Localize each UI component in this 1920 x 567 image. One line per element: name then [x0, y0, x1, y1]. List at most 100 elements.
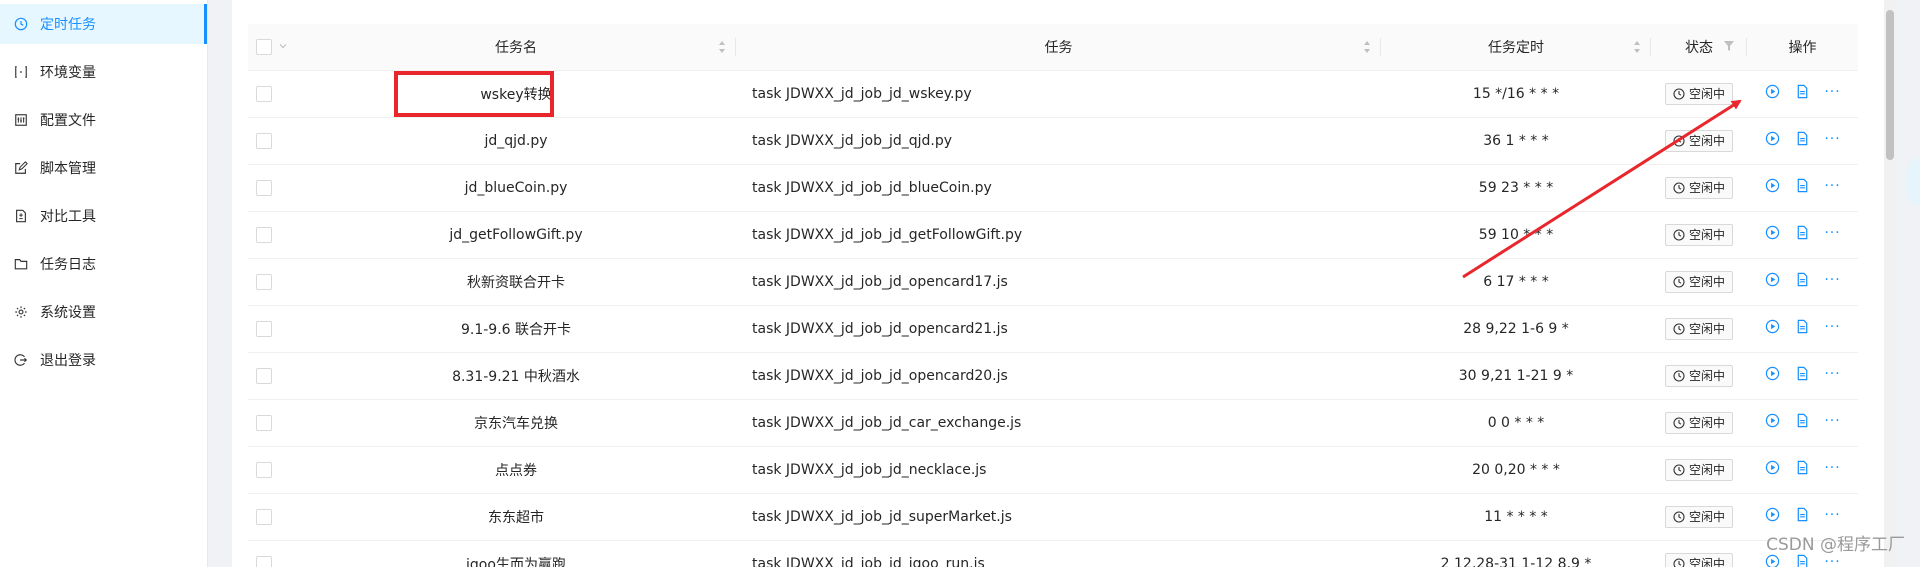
- clock-icon: [1673, 134, 1685, 147]
- column-header-name[interactable]: 任务名: [296, 24, 736, 71]
- side-float-button[interactable]: [1906, 158, 1920, 206]
- sidebar-item-config[interactable]: 配置文件: [0, 100, 207, 140]
- sidebar-item-scripts[interactable]: 脚本管理: [0, 148, 207, 188]
- sidebar-item-settings[interactable]: 系统设置: [0, 292, 207, 332]
- log-file-icon[interactable]: [1795, 225, 1811, 241]
- table-row[interactable]: iqoo生而为赢跑 task JDWXX_jd_job_jd_iqoo_run.…: [248, 540, 1858, 567]
- log-file-icon[interactable]: [1795, 272, 1811, 288]
- row-checkbox[interactable]: [256, 320, 272, 337]
- sidebar-item-label: 系统设置: [40, 305, 96, 321]
- log-file-icon[interactable]: [1795, 507, 1811, 523]
- table-row[interactable]: jd_getFollowGift.py task JDWXX_jd_job_jd…: [248, 211, 1858, 259]
- status-badge: 空闲中: [1664, 505, 1733, 528]
- run-icon[interactable]: [1765, 319, 1781, 335]
- table-row[interactable]: 东东超市 task JDWXX_jd_job_jd_superMarket.js…: [248, 493, 1858, 541]
- clock-icon: [1673, 228, 1685, 241]
- column-header-schedule[interactable]: 任务定时: [1381, 24, 1651, 71]
- table-row[interactable]: jd_qjd.py task JDWXX_jd_job_jd_qjd.py 36…: [248, 117, 1858, 165]
- log-file-icon[interactable]: [1795, 319, 1811, 335]
- table-row[interactable]: 8.31-9.21 中秋酒水 task JDWXX_jd_job_jd_open…: [248, 352, 1858, 400]
- log-file-icon[interactable]: [1795, 84, 1811, 100]
- task-command-cell: task JDWXX_jd_job_jd_car_exchange.js: [736, 399, 1381, 447]
- task-name-cell: 点点券: [296, 446, 736, 494]
- table-row[interactable]: wskey转换 task JDWXX_jd_job_jd_wskey.py 15…: [248, 70, 1858, 118]
- run-icon[interactable]: [1765, 225, 1781, 241]
- row-checkbox[interactable]: [256, 508, 272, 525]
- chevron-down-icon[interactable]: [278, 39, 288, 55]
- row-checkbox[interactable]: [256, 132, 272, 149]
- row-checkbox[interactable]: [256, 367, 272, 384]
- table-row[interactable]: 点点券 task JDWXX_jd_job_jd_necklace.js 20 …: [248, 446, 1858, 494]
- status-badge: 空闲中: [1664, 364, 1733, 387]
- log-file-icon[interactable]: [1795, 554, 1811, 567]
- run-icon[interactable]: [1765, 413, 1781, 429]
- sidebar-item-label: 任务日志: [40, 257, 96, 273]
- task-actions-cell: ···: [1747, 258, 1858, 306]
- sort-icon[interactable]: [1633, 40, 1641, 54]
- edit-icon: [14, 161, 28, 175]
- task-status-cell: 空闲中: [1651, 399, 1747, 447]
- run-icon[interactable]: [1765, 366, 1781, 382]
- run-icon[interactable]: [1765, 178, 1781, 194]
- task-status-cell: 空闲中: [1651, 446, 1747, 494]
- more-icon[interactable]: ···: [1824, 460, 1841, 476]
- more-icon[interactable]: ···: [1824, 131, 1841, 147]
- column-header-command[interactable]: 任务: [736, 24, 1381, 71]
- task-command-cell: task JDWXX_jd_job_jd_opencard17.js: [736, 258, 1381, 306]
- table-row[interactable]: jd_blueCoin.py task JDWXX_jd_job_jd_blue…: [248, 164, 1858, 212]
- run-icon[interactable]: [1765, 131, 1781, 147]
- run-icon[interactable]: [1765, 554, 1781, 567]
- more-icon[interactable]: ···: [1824, 84, 1841, 100]
- more-icon[interactable]: ···: [1824, 413, 1841, 429]
- run-icon[interactable]: [1765, 272, 1781, 288]
- row-checkbox[interactable]: [256, 273, 272, 290]
- row-checkbox[interactable]: [256, 555, 272, 567]
- sidebar-item-cron[interactable]: 定时任务: [0, 4, 207, 44]
- task-name-cell: 9.1-9.6 联合开卡: [296, 305, 736, 353]
- status-badge: 空闲中: [1664, 411, 1733, 434]
- log-file-icon[interactable]: [1795, 131, 1811, 147]
- log-file-icon[interactable]: [1795, 178, 1811, 194]
- table-row[interactable]: 秋新资联合开卡 task JDWXX_jd_job_jd_opencard17.…: [248, 258, 1858, 306]
- filter-icon[interactable]: [1723, 40, 1735, 52]
- log-file-icon[interactable]: [1795, 366, 1811, 382]
- run-icon[interactable]: [1765, 460, 1781, 476]
- status-badge: 空闲中: [1664, 129, 1733, 152]
- row-checkbox[interactable]: [256, 226, 272, 243]
- sidebar-item-logs[interactable]: 任务日志: [0, 244, 207, 284]
- row-select-cell: [248, 305, 296, 353]
- scrollbar-thumb[interactable]: [1886, 10, 1894, 160]
- run-icon[interactable]: [1765, 507, 1781, 523]
- row-checkbox[interactable]: [256, 179, 272, 196]
- run-icon[interactable]: [1765, 84, 1781, 100]
- more-icon[interactable]: ···: [1824, 272, 1841, 288]
- more-icon[interactable]: ···: [1824, 507, 1841, 523]
- row-select-cell: [248, 211, 296, 259]
- more-icon[interactable]: ···: [1824, 554, 1841, 567]
- column-header-status[interactable]: 状态: [1651, 24, 1747, 71]
- main-content: 任务名 任务 任务定时 状态 操作 wskey转换 task JDWXX_jd_…: [232, 0, 1887, 567]
- task-name-cell: 秋新资联合开卡: [296, 258, 736, 306]
- log-file-icon[interactable]: [1795, 413, 1811, 429]
- log-file-icon[interactable]: [1795, 460, 1811, 476]
- task-status-cell: 空闲中: [1651, 258, 1747, 306]
- sort-icon[interactable]: [718, 40, 726, 54]
- table-row[interactable]: 9.1-9.6 联合开卡 task JDWXX_jd_job_jd_openca…: [248, 305, 1858, 353]
- task-schedule-cell: 28 9,22 1-6 9 *: [1381, 305, 1651, 353]
- more-icon[interactable]: ···: [1824, 366, 1841, 382]
- select-all-checkbox[interactable]: [256, 38, 272, 55]
- column-header-actions: 操作: [1747, 24, 1858, 71]
- sidebar-item-diff[interactable]: 对比工具: [0, 196, 207, 236]
- sidebar-item-logout[interactable]: 退出登录: [0, 340, 207, 380]
- table-row[interactable]: 京东汽车兑换 task JDWXX_jd_job_jd_car_exchange…: [248, 399, 1858, 447]
- more-icon[interactable]: ···: [1824, 319, 1841, 335]
- sidebar-item-env[interactable]: 环境变量: [0, 52, 207, 92]
- more-icon[interactable]: ···: [1824, 178, 1841, 194]
- task-name-cell: jd_blueCoin.py: [296, 164, 736, 212]
- row-checkbox[interactable]: [256, 414, 272, 431]
- sort-icon[interactable]: [1363, 40, 1371, 54]
- row-checkbox[interactable]: [256, 85, 272, 102]
- row-checkbox[interactable]: [256, 461, 272, 478]
- more-icon[interactable]: ···: [1824, 225, 1841, 241]
- sidebar-item-label: 对比工具: [40, 209, 96, 225]
